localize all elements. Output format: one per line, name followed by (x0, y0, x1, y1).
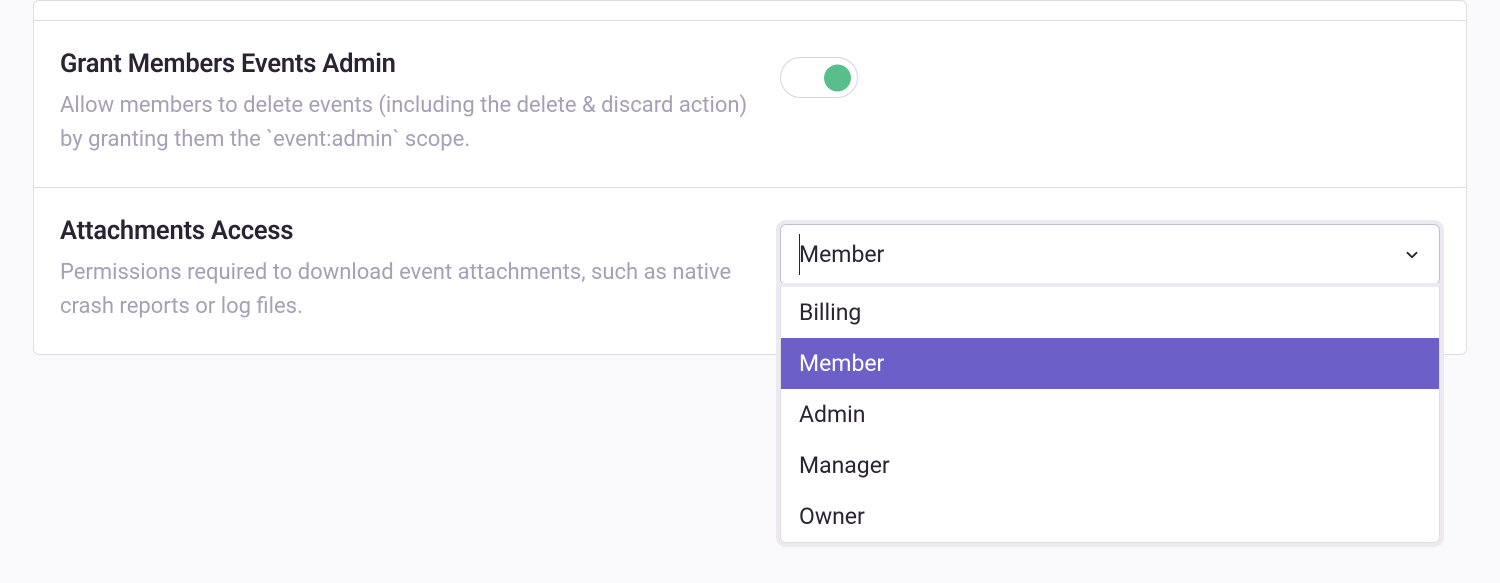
setting-title: Grant Members Events Admin (60, 49, 760, 79)
setting-label-col: Attachments Access Permissions required … (60, 216, 780, 324)
setting-label-col: Grant Members Events Admin Allow members… (60, 49, 780, 157)
dropdown-option-member[interactable]: Member (781, 338, 1439, 389)
toggle-knob (824, 64, 851, 91)
setting-control-col: Member BillingMemberAdminManagerOwner (780, 216, 1440, 285)
attachments-access-dropdown: BillingMemberAdminManagerOwner (780, 287, 1440, 543)
attachments-access-select[interactable]: Member (780, 224, 1440, 285)
panel-top-edge (34, 1, 1466, 21)
settings-panel: Grant Members Events Admin Allow members… (33, 0, 1467, 355)
setting-description: Permissions required to download event a… (60, 256, 760, 324)
chevron-down-icon (1403, 246, 1421, 264)
dropdown-option-billing[interactable]: Billing (781, 287, 1439, 338)
setting-control-col (780, 49, 1440, 98)
setting-row-attachments-access: Attachments Access Permissions required … (34, 188, 1466, 354)
dropdown-option-owner[interactable]: Owner (781, 491, 1439, 542)
setting-description: Allow members to delete events (includin… (60, 89, 760, 157)
attachments-access-select-wrapper: Member BillingMemberAdminManagerOwner (780, 224, 1440, 285)
dropdown-option-manager[interactable]: Manager (781, 440, 1439, 491)
grant-members-events-admin-toggle[interactable] (780, 57, 858, 98)
setting-row-grant-members-events-admin: Grant Members Events Admin Allow members… (34, 21, 1466, 188)
dropdown-option-admin[interactable]: Admin (781, 389, 1439, 440)
setting-title: Attachments Access (60, 216, 760, 246)
select-value: Member (799, 241, 884, 268)
